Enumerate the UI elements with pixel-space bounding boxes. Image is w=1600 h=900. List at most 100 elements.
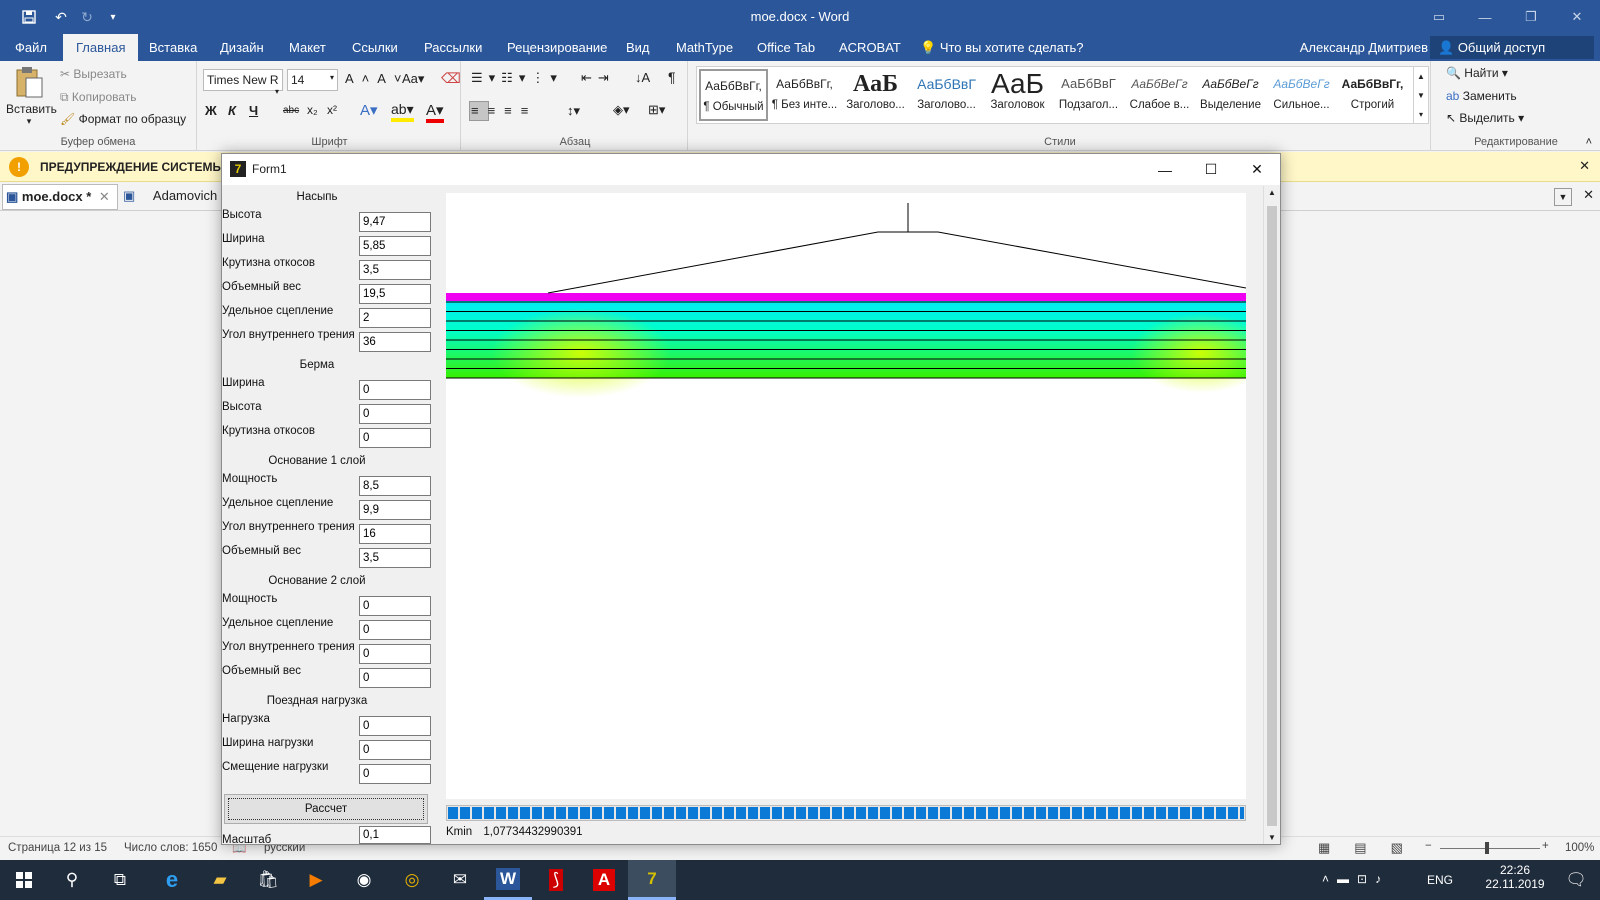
berm-field-input[interactable] xyxy=(359,380,431,400)
tab-acrobat[interactable]: ACROBAT xyxy=(839,34,901,61)
style-item[interactable]: АаБбВвГг, ¶ Без инте... xyxy=(770,69,839,121)
steam-icon[interactable]: ◉ xyxy=(340,860,388,900)
base2-field-input[interactable] xyxy=(359,620,431,640)
train-field-input[interactable] xyxy=(359,716,431,736)
highlight-icon[interactable]: ab▾ xyxy=(391,101,414,122)
base1-field-input[interactable] xyxy=(359,500,431,520)
indent-buttons[interactable]: ⇤⇥ xyxy=(581,70,615,86)
share-button[interactable]: 👤 Общий доступ xyxy=(1430,36,1594,59)
calculate-button[interactable]: Рассчет xyxy=(224,794,428,824)
base1-field-input[interactable] xyxy=(359,476,431,496)
user-name[interactable]: Александр Дмитриев xyxy=(1300,34,1428,61)
tab-home[interactable]: Главная xyxy=(63,34,139,61)
base1-field-input[interactable] xyxy=(359,548,431,568)
style-item[interactable]: АаБ Заголово... xyxy=(841,69,910,121)
cut-button[interactable]: ✂ Вырезать xyxy=(60,67,127,81)
tab-file[interactable]: Файл xyxy=(15,34,47,61)
style-item[interactable]: АаБбВеГг Слабое в... xyxy=(1125,69,1194,121)
font-color-icon[interactable]: A▾ xyxy=(426,101,444,123)
embankment-field-input[interactable] xyxy=(359,332,431,352)
replace-button[interactable]: ab Заменить xyxy=(1446,89,1517,103)
chrome-icon[interactable]: ◎ xyxy=(388,860,436,900)
style-item[interactable]: АаБбВвГг, Строгий xyxy=(1338,69,1407,121)
style-item[interactable]: АаБбВвГ Заголово... xyxy=(912,69,981,121)
embankment-field-input[interactable] xyxy=(359,212,431,232)
sort-icon[interactable]: ↓A xyxy=(635,70,650,85)
font-name-box[interactable]: Times New R ▾ xyxy=(203,69,283,96)
close-button[interactable]: ✕ xyxy=(1554,0,1600,34)
tray-icons[interactable]: ˄▬⊡♪ xyxy=(1322,872,1389,886)
view-mode-icons[interactable]: ▦▤▧ xyxy=(1318,840,1427,856)
mail-icon[interactable]: ✉ xyxy=(436,860,484,900)
input-language[interactable]: ENG xyxy=(1427,873,1453,887)
form-minimize-button[interactable]: — xyxy=(1142,154,1188,185)
zoom-slider[interactable] xyxy=(1440,848,1540,849)
styles-scroll[interactable]: ▲ ▼ ▾ xyxy=(1413,66,1429,124)
scale-input[interactable] xyxy=(359,826,431,844)
tab-layout[interactable]: Макет xyxy=(289,34,326,61)
form-maximize-button[interactable]: ☐ xyxy=(1188,154,1234,185)
find-button[interactable]: 🔍 Найти ▾ xyxy=(1446,66,1508,80)
zoom-slider-thumb[interactable] xyxy=(1485,842,1489,854)
embankment-field-input[interactable] xyxy=(359,260,431,280)
restore-button[interactable]: ❐ xyxy=(1508,0,1554,34)
line-spacing-icon[interactable]: ↕▾ xyxy=(567,103,580,119)
show-marks-icon[interactable]: ¶ xyxy=(668,69,676,85)
text-effects-icon[interactable]: A▾ xyxy=(360,101,378,119)
doc-tab-adamovich[interactable]: ▣ Adamovich xyxy=(120,184,225,210)
base2-field-input[interactable] xyxy=(359,596,431,616)
list-buttons[interactable]: ☰▾☷▾⋮▾ xyxy=(471,70,563,86)
clock[interactable]: 22:26 22.11.2019 xyxy=(1480,863,1550,891)
tab-review[interactable]: Рецензирование xyxy=(507,34,607,61)
doc-tab-moe[interactable]: ▣ moe.docx * ✕ xyxy=(2,184,118,210)
tab-view[interactable]: Вид xyxy=(626,34,650,61)
store-icon[interactable]: 🛍 xyxy=(244,860,292,900)
base1-field-input[interactable] xyxy=(359,524,431,544)
tab-references[interactable]: Ссылки xyxy=(352,34,398,61)
ribbon-display-options-icon[interactable]: ▭ xyxy=(1416,0,1462,34)
word-count[interactable]: Число слов: 1650 xyxy=(124,842,217,854)
borders-icon[interactable]: ⊞▾ xyxy=(648,102,665,118)
tabs-close-icon[interactable]: ✕ xyxy=(1583,187,1594,203)
strikethrough-button[interactable]: abc xyxy=(283,105,299,116)
minimize-button[interactable]: — xyxy=(1462,0,1508,34)
style-item[interactable]: АаБбВвГ Подзагол... xyxy=(1054,69,1123,121)
berm-field-input[interactable] xyxy=(359,428,431,448)
tab-design[interactable]: Дизайн xyxy=(220,34,264,61)
base2-field-input[interactable] xyxy=(359,644,431,664)
format-painter-button[interactable]: 🖌 Формат по образцу xyxy=(60,112,186,126)
train-field-input[interactable] xyxy=(359,740,431,760)
embankment-field-input[interactable] xyxy=(359,236,431,256)
warning-close-icon[interactable]: ✕ xyxy=(1579,158,1590,174)
style-item[interactable]: АаБ Заголовок xyxy=(983,69,1052,121)
word-app-icon[interactable]: W xyxy=(484,860,532,900)
superscript-button[interactable]: x² xyxy=(327,103,337,117)
change-case-icon[interactable]: Aa▾ xyxy=(402,71,424,87)
autocad-icon[interactable]: A xyxy=(580,860,628,900)
start-icon[interactable] xyxy=(0,860,48,900)
task-view-icon[interactable]: ⧉ xyxy=(96,860,144,900)
train-field-input[interactable] xyxy=(359,764,431,784)
tab-insert[interactable]: Вставка xyxy=(149,34,197,61)
grow-shrink-font-icons[interactable]: A˄A˅ xyxy=(345,71,410,86)
embankment-field-input[interactable] xyxy=(359,284,431,304)
select-button[interactable]: ↖ Выделить ▾ xyxy=(1446,111,1524,125)
tell-me-box[interactable]: 💡 Что вы хотите сделать? xyxy=(920,34,1084,61)
style-item[interactable]: АаБбВеГг Сильное... xyxy=(1267,69,1336,121)
scroll-thumb[interactable] xyxy=(1267,206,1277,826)
underline-button[interactable]: Ч xyxy=(249,103,258,118)
italic-button[interactable]: К xyxy=(228,103,236,118)
font-size-box[interactable]: 14 ▾ xyxy=(287,69,338,91)
tab-office-tab[interactable]: Office Tab xyxy=(757,34,815,61)
zoom-in-icon[interactable]: + xyxy=(1542,840,1549,852)
media-player-icon[interactable]: ▶ xyxy=(292,860,340,900)
zoom-level[interactable]: 100% xyxy=(1565,842,1594,854)
form-close-button[interactable]: ✕ xyxy=(1234,154,1280,185)
style-item[interactable]: АаБбВвГг, ¶ Обычный xyxy=(699,69,768,121)
collapse-ribbon-icon[interactable]: ˄ xyxy=(1586,136,1592,148)
acrobat-icon[interactable]: ⟆ xyxy=(532,860,580,900)
doc-tab-close-icon[interactable]: ✕ xyxy=(99,189,110,204)
edge-icon[interactable]: e xyxy=(148,860,196,900)
notifications-icon[interactable]: 🗨 xyxy=(1556,860,1596,900)
base2-field-input[interactable] xyxy=(359,668,431,688)
